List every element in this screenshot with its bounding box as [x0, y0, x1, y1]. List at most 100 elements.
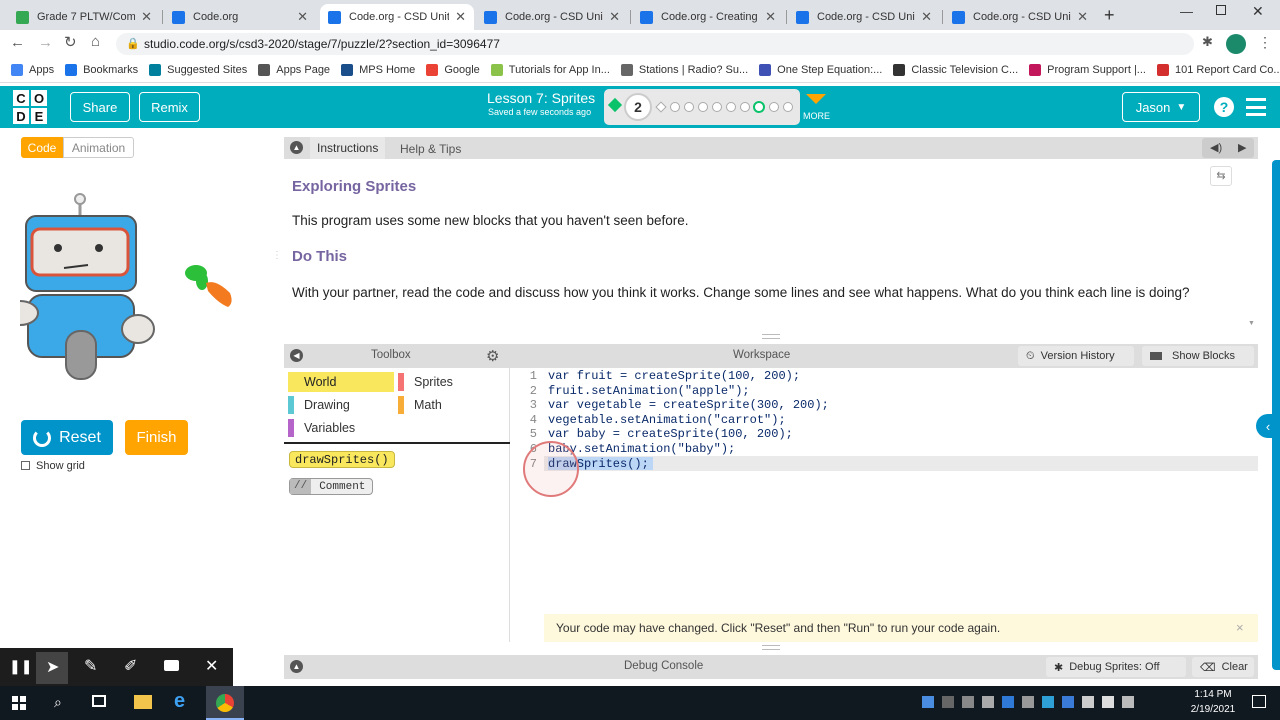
speaker-icon[interactable]: ◀): [1210, 141, 1222, 154]
clock-time[interactable]: 1:14 PM: [1192, 689, 1234, 700]
code-editor[interactable]: 1 2 3 4 5 6 7 var fruit = createSprite(1…: [511, 368, 1258, 642]
bookmark-item[interactable]: MPS Home: [341, 64, 415, 76]
address-bar[interactable]: 🔒 studio.code.org/s/csd3-2020/stage/7/pu…: [116, 33, 1194, 55]
browser-tab[interactable]: Code.org - CSD Unit 3 ✕: [944, 4, 1096, 30]
bookmark-item[interactable]: Suggested Sites: [149, 64, 247, 76]
code-line[interactable]: var fruit = createSprite(100, 200);: [548, 369, 829, 384]
new-tab-icon[interactable]: +: [1104, 5, 1115, 26]
level-bubble[interactable]: [726, 102, 736, 112]
tray-icon[interactable]: [922, 696, 934, 708]
codeorg-logo[interactable]: C O D E: [12, 89, 48, 125]
browser-menu-icon[interactable]: ⋮: [1258, 34, 1272, 51]
tray-icon[interactable]: [942, 696, 954, 708]
close-tools-icon[interactable]: ✕: [205, 656, 218, 676]
minimize-icon[interactable]: —: [1180, 4, 1193, 19]
reset-button[interactable]: Reset: [21, 420, 113, 455]
level-diamond-icon[interactable]: [607, 97, 623, 113]
tray-icon[interactable]: [1122, 696, 1134, 708]
translate-icon[interactable]: ⇆: [1210, 166, 1232, 186]
notifications-icon[interactable]: [1252, 695, 1266, 708]
tab-close-icon[interactable]: ✕: [609, 9, 620, 25]
pointer-icon[interactable]: ➤: [46, 657, 59, 677]
code-line[interactable]: drawSprites();: [548, 457, 829, 472]
tab-help-tips[interactable]: Help & Tips: [400, 142, 461, 156]
level-bubble[interactable]: [698, 102, 708, 112]
comment-block[interactable]: // Comment: [289, 478, 373, 495]
current-level-bubble[interactable]: 2: [624, 93, 652, 121]
bookmark-item[interactable]: Stations | Radio? Su...: [620, 64, 748, 76]
category-world[interactable]: World: [288, 372, 394, 392]
tray-icon[interactable]: [1002, 696, 1014, 708]
play-icon[interactable]: ▶: [1238, 141, 1246, 154]
collapse-up-icon[interactable]: ▲: [290, 141, 303, 154]
tray-icon[interactable]: [1042, 696, 1054, 708]
level-bubble-assessment[interactable]: [753, 101, 765, 113]
extensions-icon[interactable]: ✱: [1202, 34, 1213, 50]
level-bubble[interactable]: [670, 102, 680, 112]
home-icon[interactable]: ⌂: [91, 33, 100, 50]
code-line[interactable]: var baby = createSprite(100, 200);: [548, 427, 829, 442]
search-icon[interactable]: ⌕: [54, 694, 62, 711]
finish-button[interactable]: Finish: [125, 420, 188, 455]
edge-icon[interactable]: e: [174, 690, 185, 713]
more-arrow-icon[interactable]: [806, 94, 826, 104]
tray-icon[interactable]: [1022, 696, 1034, 708]
maximize-icon[interactable]: [1216, 5, 1226, 15]
category-math[interactable]: Math: [398, 395, 498, 415]
panel-resize-handle[interactable]: ⋮: [272, 250, 282, 272]
bookmark-item[interactable]: Apps: [11, 64, 54, 76]
level-bubble[interactable]: [740, 102, 750, 112]
browser-tab[interactable]: Code.org - CSD Unit 3 ✕: [476, 4, 628, 30]
browser-tab-active[interactable]: Code.org - CSD Unit 3 ✕: [320, 4, 474, 30]
pause-icon[interactable]: ❚❚: [9, 658, 32, 675]
code-line[interactable]: fruit.setAnimation("apple");: [548, 384, 829, 399]
user-menu-button[interactable]: Jason ▼: [1122, 92, 1200, 122]
forward-icon[interactable]: →: [38, 34, 53, 51]
tray-icon[interactable]: [1082, 696, 1094, 708]
clear-button[interactable]: ⌫ Clear: [1192, 657, 1254, 677]
resize-grip[interactable]: [762, 645, 780, 650]
tray-icon[interactable]: [1062, 696, 1074, 708]
tab-close-icon[interactable]: ✕: [921, 9, 932, 25]
hamburger-menu-icon[interactable]: [1246, 98, 1266, 116]
level-bubble[interactable]: [684, 102, 694, 112]
bookmark-item[interactable]: Google: [426, 64, 480, 76]
camera-icon[interactable]: [164, 660, 179, 671]
category-drawing[interactable]: Drawing: [288, 395, 394, 415]
tab-close-icon[interactable]: ✕: [297, 9, 308, 25]
browser-tab[interactable]: Code.org ✕: [164, 4, 316, 30]
animation-tab[interactable]: Animation: [63, 137, 134, 158]
tab-close-icon[interactable]: ✕: [765, 9, 776, 25]
browser-tab[interactable]: Code.org - CSD Unit 3 ✕: [788, 4, 940, 30]
bookmark-item[interactable]: One Step Equation:...: [759, 64, 882, 76]
tab-close-icon[interactable]: ✕: [455, 9, 466, 25]
bookmark-item[interactable]: Apps Page: [258, 64, 330, 76]
game-canvas[interactable]: [1, 161, 271, 412]
clock-date[interactable]: 2/19/2021: [1186, 704, 1240, 715]
bookmark-item[interactable]: Program Support |...: [1029, 64, 1146, 76]
code-line[interactable]: baby.setAnimation("baby");: [548, 442, 829, 457]
level-diamond-icon[interactable]: [655, 101, 667, 113]
close-icon[interactable]: ×: [1236, 620, 1244, 635]
gear-icon[interactable]: ⚙: [486, 347, 499, 365]
level-bubble[interactable]: [783, 102, 793, 112]
browser-tab[interactable]: Code.org - Creating sp ✕: [632, 4, 784, 30]
window-close-icon[interactable]: ✕: [1252, 3, 1264, 20]
back-icon[interactable]: ←: [10, 34, 25, 51]
code-lines[interactable]: var fruit = createSprite(100, 200); frui…: [548, 369, 829, 471]
browser-tab[interactable]: Grade 7 PLTW/Comput ✕: [8, 4, 160, 30]
reload-icon[interactable]: ↻: [64, 33, 77, 51]
code-line[interactable]: vegetable.setAnimation("carrot");: [548, 413, 829, 428]
bookmark-item[interactable]: Classic Television C...: [893, 64, 1018, 76]
tray-icon[interactable]: [962, 696, 974, 708]
help-icon[interactable]: ?: [1214, 97, 1234, 117]
category-sprites[interactable]: Sprites: [398, 372, 498, 392]
more-link[interactable]: MORE: [803, 111, 830, 121]
code-line[interactable]: var vegetable = createSprite(300, 200);: [548, 398, 829, 413]
resize-grip[interactable]: [762, 334, 780, 339]
windows-start-icon[interactable]: [12, 696, 26, 710]
code-tab[interactable]: Code: [21, 137, 63, 158]
tab-instructions[interactable]: Instructions: [310, 137, 386, 159]
profile-avatar[interactable]: [1226, 34, 1246, 54]
scroll-down-icon[interactable]: ▼: [1248, 320, 1255, 327]
